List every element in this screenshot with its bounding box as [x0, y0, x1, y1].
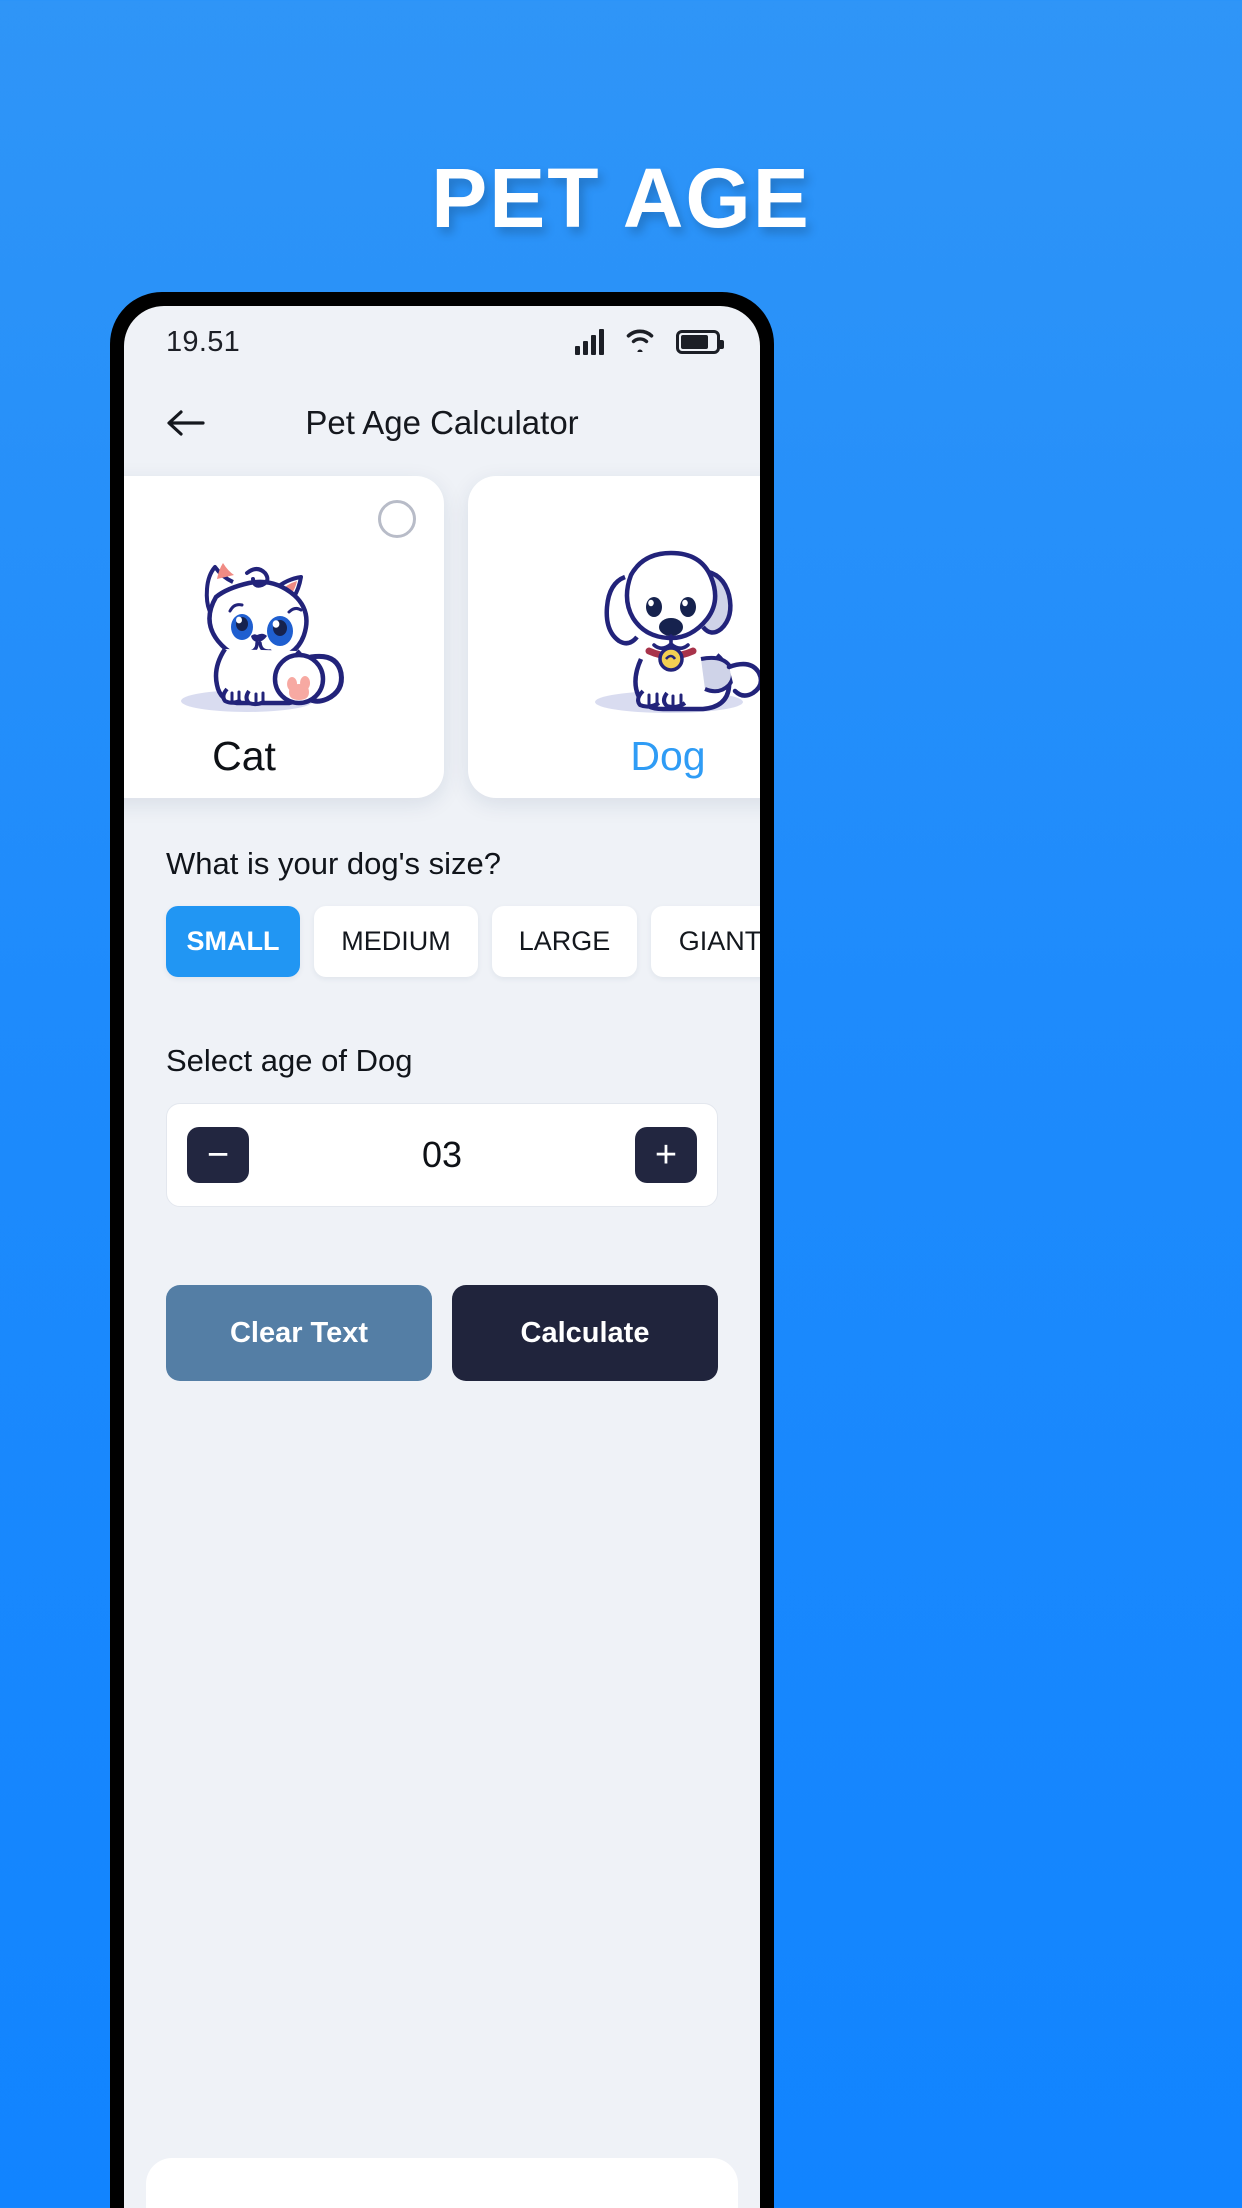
age-value: 03	[421, 1134, 463, 1175]
battery-icon	[676, 330, 724, 354]
status-bar: 19.51	[124, 306, 760, 378]
status-icons	[575, 327, 724, 357]
main-content: What is your dog's size? SMALL MEDIUM LA…	[124, 846, 760, 1381]
clear-text-button[interactable]: Clear Text	[166, 1285, 432, 1381]
size-option-medium[interactable]: MEDIUM	[314, 906, 478, 977]
pet-card-dog[interactable]: Dog	[468, 476, 760, 798]
radio-cat[interactable]	[378, 500, 416, 538]
wifi-icon	[624, 327, 656, 357]
age-stepper: − 03 +	[166, 1103, 718, 1207]
phone-screen: 19.51 Pet Age Calculator Cat Dog What is…	[124, 306, 760, 2208]
age-label: Select age of Dog	[166, 1043, 413, 1078]
dog-illustration	[595, 550, 760, 713]
pet-card-cat[interactable]: Cat	[124, 476, 444, 798]
signal-bars-icon	[575, 329, 604, 355]
size-question-label: What is your dog's size?	[166, 846, 502, 881]
cat-illustration	[181, 563, 344, 712]
pet-card-label-cat: Cat	[212, 733, 276, 779]
page-heading: Pet Age Calculator	[305, 404, 579, 441]
phone-frame: 19.51 Pet Age Calculator Cat Dog What is…	[110, 292, 774, 2208]
pet-card-label-dog: Dog	[630, 733, 706, 779]
size-option-small[interactable]: SMALL	[166, 906, 300, 977]
bottom-sheet	[146, 2158, 738, 2208]
size-option-large[interactable]: LARGE	[492, 906, 637, 977]
status-time: 19.51	[166, 325, 241, 358]
pet-selection-row: Cat Dog	[124, 476, 760, 798]
app-bar: Pet Age Calculator	[124, 378, 760, 468]
calculate-button[interactable]: Calculate	[452, 1285, 718, 1381]
size-option-giant[interactable]: GIANT	[651, 906, 760, 977]
page-title: PET AGE	[431, 151, 811, 245]
action-buttons-row: Clear Text Calculate	[166, 1285, 718, 1381]
size-options-row: SMALL MEDIUM LARGE GIANT	[166, 906, 760, 977]
